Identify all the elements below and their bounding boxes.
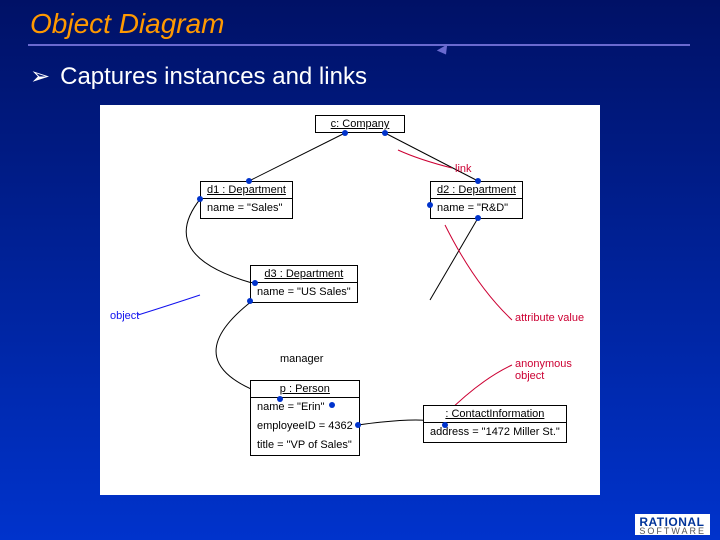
label-attribute-value: attribute value [515,312,584,324]
object-dept2: d2 : Department name = "R&D" [430,181,523,219]
rational-logo: RATIONAL SOFTWARE [635,514,710,535]
object-dept3: d3 : Department name = "US Sales" [250,265,358,303]
object-person-attr2: employeeID = 4362 [251,417,359,436]
link-dot [342,130,348,136]
bullet-text: Captures instances and links [60,63,367,90]
link-dot [475,215,481,221]
link-dot [247,298,253,304]
link-dot [252,280,258,286]
link-dot [442,422,448,428]
object-contact-header: : ContactInformation [424,406,566,423]
link-dot [427,202,433,208]
object-dept3-attr: name = "US Sales" [251,283,357,302]
object-dept1-attr: name = "Sales" [201,199,292,218]
object-diagram: c: Company d1 : Department name = "Sales… [100,105,600,495]
object-dept1: d1 : Department name = "Sales" [200,181,293,219]
title-marker-icon [437,45,451,58]
title-underline [28,44,690,46]
object-dept3-header: d3 : Department [251,266,357,283]
label-anonymous-object: anonymous object [515,358,600,382]
object-dept2-header: d2 : Department [431,182,522,199]
object-company: c: Company [315,115,405,133]
link-dot [329,402,335,408]
logo-sub: SOFTWARE [639,529,706,534]
object-person-attr3: title = "VP of Sales" [251,436,359,455]
slide-title: Object Diagram [30,8,225,40]
link-dot [277,396,283,402]
label-object: object [110,310,139,322]
link-dot [382,130,388,136]
link-dot [475,178,481,184]
object-person-header: p : Person [251,381,359,398]
link-dot [355,422,361,428]
label-manager: manager [280,353,323,365]
link-dot [246,178,252,184]
object-company-header: c: Company [316,116,404,132]
object-person: p : Person name = "Erin" employeeID = 43… [250,380,360,456]
bullet-line: ➢ Captures instances and links [30,62,367,91]
object-dept1-header: d1 : Department [201,182,292,199]
object-person-attr1: name = "Erin" [251,398,359,417]
label-link: link [455,163,472,175]
link-dot [197,196,203,202]
bullet-arrow-icon: ➢ [30,63,50,90]
